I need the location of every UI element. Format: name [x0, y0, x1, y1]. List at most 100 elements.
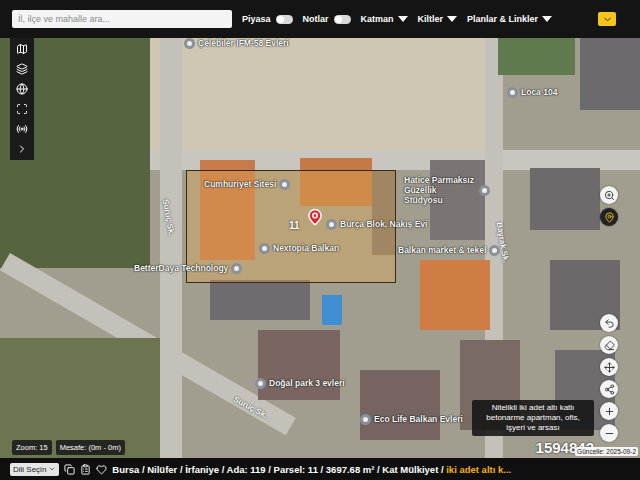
toggle[interactable]: Piyasa [242, 14, 293, 24]
map-feature [258, 330, 340, 400]
tool-button[interactable] [10, 142, 34, 156]
tool-button[interactable] [10, 62, 34, 76]
map-feature [530, 168, 600, 230]
map-feature [150, 38, 490, 150]
place-marker[interactable]: Cumhuriyet Sitesi [204, 179, 290, 190]
fullscreen-icon [16, 103, 28, 115]
language-label: Dili Seçin [13, 465, 46, 474]
place-icon [279, 179, 290, 190]
place-label: Loca 104 [521, 88, 557, 98]
zoom-in-button[interactable] [600, 402, 618, 420]
move-icon [604, 362, 615, 373]
updated-badge: Güncelle: 2025-09-2 [575, 447, 638, 456]
menu-label: Katman [361, 14, 394, 24]
undo-button[interactable] [600, 314, 618, 332]
place-label: Hatice Parmaksız Güzellik Stüdyosu [404, 176, 476, 205]
place-label: BetterDaya Technology [134, 264, 228, 274]
place-icon [479, 185, 490, 196]
toggle-switch[interactable] [276, 15, 293, 24]
place-marker[interactable]: Loca 104 [507, 87, 557, 98]
left-toolbar [10, 38, 34, 160]
pin-icon [306, 208, 324, 226]
map-feature [360, 370, 440, 440]
parcel-tooltip: Nitelikli iki adet altı katlı betonarme … [472, 400, 594, 436]
place-icon [360, 414, 371, 425]
place-icon [489, 245, 500, 256]
place-label: Nextopia Balkan [273, 244, 339, 254]
map-icon [16, 43, 28, 55]
place-marker[interactable]: Eco Life Balkan Evleri [360, 414, 463, 425]
place-label: Eco Life Balkan Evleri [374, 415, 463, 425]
place-marker[interactable]: Balkan market & tekel [398, 245, 500, 256]
place-icon [255, 378, 266, 389]
place-label: Burça Blok, Nakış Evi [340, 220, 427, 230]
expand-button[interactable] [598, 12, 616, 26]
parcel-description: iki adet altı k... [446, 464, 511, 475]
copy-icon [64, 464, 75, 475]
clipboard-icon [80, 464, 91, 475]
language-select[interactable]: Dili Seçin [10, 463, 59, 476]
distance: Mesafe: (0m - 0m) [56, 440, 125, 455]
chevron-right-icon [16, 143, 28, 155]
place-marker[interactable]: Çelebiler IFM-58 Evleri [184, 38, 289, 49]
place-icon [184, 38, 195, 49]
place-marker[interactable]: Burça Blok, Nakış Evi [326, 219, 427, 230]
location-button[interactable] [600, 208, 618, 226]
menu-dropdown[interactable]: Kiltler [418, 14, 458, 24]
undo-icon [604, 318, 615, 329]
top-bar: Piyasa Notlar Katman Kiltler Planlar & Linkl… [0, 0, 640, 38]
place-label: Cumhuriyet Sitesi [204, 180, 276, 190]
parcel-number: 11 [289, 220, 300, 231]
menu-label: Planlar & Linkler [467, 14, 538, 24]
search-input[interactable] [12, 10, 232, 28]
caret-icon [447, 16, 457, 22]
place-marker[interactable]: BetterDaya Technology [134, 263, 242, 274]
tool-button[interactable] [10, 82, 34, 96]
place-marker[interactable]: Hatice Parmaksız Güzellik Stüdyosu [404, 176, 490, 205]
chevron-icon [48, 465, 56, 473]
zoom-out-button[interactable] [600, 424, 618, 442]
place-icon [231, 263, 242, 274]
zoom-level: Zoom: 15 [12, 440, 52, 455]
tool-button[interactable] [10, 122, 34, 136]
clipboard-button[interactable] [80, 464, 91, 475]
place-marker[interactable]: Nextopia Balkan [259, 243, 339, 254]
place-marker[interactable]: Doğal park 3 evleri [255, 378, 345, 389]
move-button[interactable] [600, 358, 618, 376]
status-bar: Dili Seçin Bursa / Nilüfer / İrfaniye / A… [0, 458, 640, 480]
caret-icon [542, 16, 552, 22]
place-icon [507, 87, 518, 98]
toggle[interactable]: Notlar [303, 14, 351, 24]
broadcast-icon [16, 123, 28, 135]
toggle-switch[interactable] [334, 15, 351, 24]
place-icon [259, 243, 270, 254]
map-view[interactable]: 11Suruç Sk.Bayrak Sk.Suruç Sk.Çelebiler … [0, 38, 640, 458]
measure-button[interactable] [600, 380, 618, 398]
eraser-icon [604, 340, 615, 351]
map-feature [160, 38, 182, 458]
place-label: Balkan market & tekel [398, 246, 486, 256]
layers-icon [16, 63, 28, 75]
favorite-button[interactable] [96, 464, 107, 475]
network-icon [604, 384, 615, 395]
heart-icon [96, 464, 107, 475]
place-label: Doğal park 3 evleri [269, 379, 345, 389]
tool-button[interactable] [10, 42, 34, 56]
map-feature [210, 280, 310, 320]
place-icon [326, 219, 337, 230]
chevron-icon [602, 14, 613, 25]
menu-dropdown[interactable]: Planlar & Linkler [467, 14, 552, 24]
copy-button[interactable] [64, 464, 75, 475]
map-feature [420, 260, 490, 330]
location-icon [604, 212, 615, 223]
tool-button[interactable] [10, 102, 34, 116]
location-pin[interactable] [306, 208, 324, 226]
menu-dropdown[interactable]: Katman [361, 14, 408, 24]
caret-icon [398, 16, 408, 22]
map-app: Piyasa Notlar Katman Kiltler Planlar & Linkl… [0, 0, 640, 480]
toggle-label: Notlar [303, 14, 329, 24]
parcel-location: Bursa / Nilüfer / İrfaniye / Ada: 119 / … [112, 464, 511, 475]
eraser-button[interactable] [600, 336, 618, 354]
map-feature [498, 38, 575, 75]
zoom-search-button[interactable] [600, 186, 618, 204]
